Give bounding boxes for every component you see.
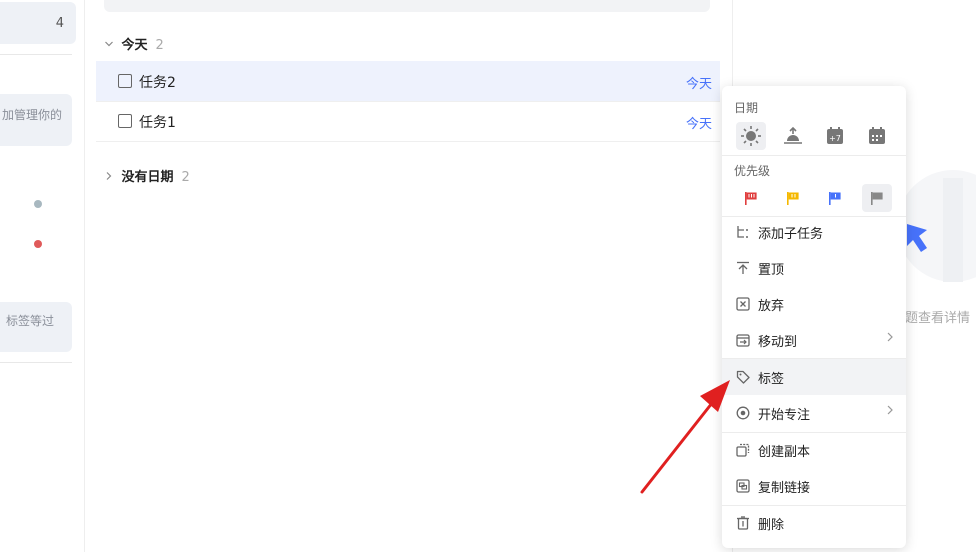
chevron-right-icon (104, 171, 118, 184)
sidebar: 4 加管理你的 标签等过 (0, 0, 85, 552)
task-row[interactable]: 任务1 今天 (96, 101, 720, 142)
trash-icon (737, 516, 749, 530)
group-title: 今天 (121, 38, 148, 53)
priority-medium-flag-icon[interactable] (778, 184, 808, 212)
priority-high-flag-icon[interactable] (736, 184, 766, 212)
menu-item-label: 置顶 (758, 263, 785, 278)
group-header-nodate[interactable]: 没有日期 2 (104, 166, 190, 185)
chevron-down-icon (104, 39, 118, 52)
menu-item-label: 复制链接 (758, 481, 811, 496)
menu-item-add-subtask[interactable]: 添加子任务 (722, 214, 906, 250)
priority-none-flag-icon[interactable] (862, 184, 892, 212)
task-list: 今天 2 任务2 今天 任务1 今天 没有日期 2 (96, 0, 720, 552)
menu-item-label: 标签 (758, 372, 785, 387)
priority-options (730, 184, 902, 214)
task-context-menu: 日期 +7 优先级 添加子任务 置顶 放弃 移动到 标签 开始专注 创建副本 复… (722, 86, 906, 548)
list-color-dot (34, 240, 42, 248)
task-checkbox[interactable] (118, 114, 132, 128)
sidebar-tip-text: 加管理你的 (2, 108, 63, 122)
sidebar-tag-text: 标签等过 (6, 314, 55, 328)
menu-section-date: 日期 (734, 101, 759, 115)
sidebar-count-badge: 4 (55, 16, 64, 31)
task-row[interactable]: 任务2 今天 (96, 61, 720, 102)
menu-section-priority: 优先级 (734, 164, 771, 178)
abandon-icon (736, 297, 750, 311)
calendar-icon[interactable] (862, 122, 892, 150)
task-title: 任务2 (139, 75, 176, 91)
menu-item-label: 删除 (758, 518, 785, 533)
task-title: 任务1 (139, 115, 176, 131)
menu-item-tag[interactable]: 标签 (722, 359, 906, 395)
list-color-dot (34, 200, 42, 208)
sidebar-divider (0, 362, 72, 363)
task-due-date[interactable]: 今天 (686, 73, 712, 92)
menu-item-label: 创建副本 (758, 445, 811, 460)
sidebar-tag-card: 标签等过 (0, 302, 72, 352)
menu-item-move-to[interactable]: 移动到 (722, 322, 906, 358)
sunrise-icon[interactable] (778, 122, 808, 150)
menu-item-label: 放弃 (758, 299, 785, 314)
priority-low-flag-icon[interactable] (820, 184, 850, 212)
sidebar-divider (0, 54, 72, 55)
task-checkbox[interactable] (118, 74, 132, 88)
chevron-right-icon (886, 331, 894, 347)
menu-divider (722, 155, 906, 156)
date-shortcuts: +7 (730, 122, 902, 152)
group-count: 2 (155, 38, 164, 53)
calendar-plus7-icon[interactable]: +7 (820, 122, 850, 150)
empty-state-hint: 题查看详情 (905, 311, 971, 326)
add-task-input[interactable] (104, 0, 710, 12)
group-header-today[interactable]: 今天 2 (104, 34, 164, 53)
task-due-date[interactable]: 今天 (686, 113, 712, 132)
pin-top-icon (737, 261, 749, 274)
menu-item-start-focus[interactable]: 开始专注 (722, 395, 906, 431)
group-title: 没有日期 (121, 170, 174, 185)
group-count: 2 (181, 170, 190, 185)
menu-item-delete[interactable]: 删除 (722, 505, 906, 541)
menu-item-label: 开始专注 (758, 408, 811, 423)
menu-item-label: 移动到 (758, 335, 798, 350)
subtask-icon (737, 226, 748, 238)
sidebar-item-count[interactable]: 4 (0, 2, 76, 44)
menu-item-copy-link[interactable]: 复制链接 (722, 468, 906, 504)
sidebar-tip-card: 加管理你的 (0, 94, 72, 146)
annotation-arrow-icon (640, 380, 730, 494)
chevron-right-icon (886, 404, 894, 420)
calendar-badge-text: +7 (829, 134, 841, 143)
menu-item-duplicate[interactable]: 创建副本 (722, 432, 906, 468)
menu-item-label: 添加子任务 (758, 227, 824, 242)
move-to-icon (736, 334, 750, 347)
menu-item-pin-top[interactable]: 置顶 (722, 250, 906, 286)
menu-item-abandon[interactable]: 放弃 (722, 286, 906, 322)
sun-icon[interactable] (736, 122, 766, 150)
